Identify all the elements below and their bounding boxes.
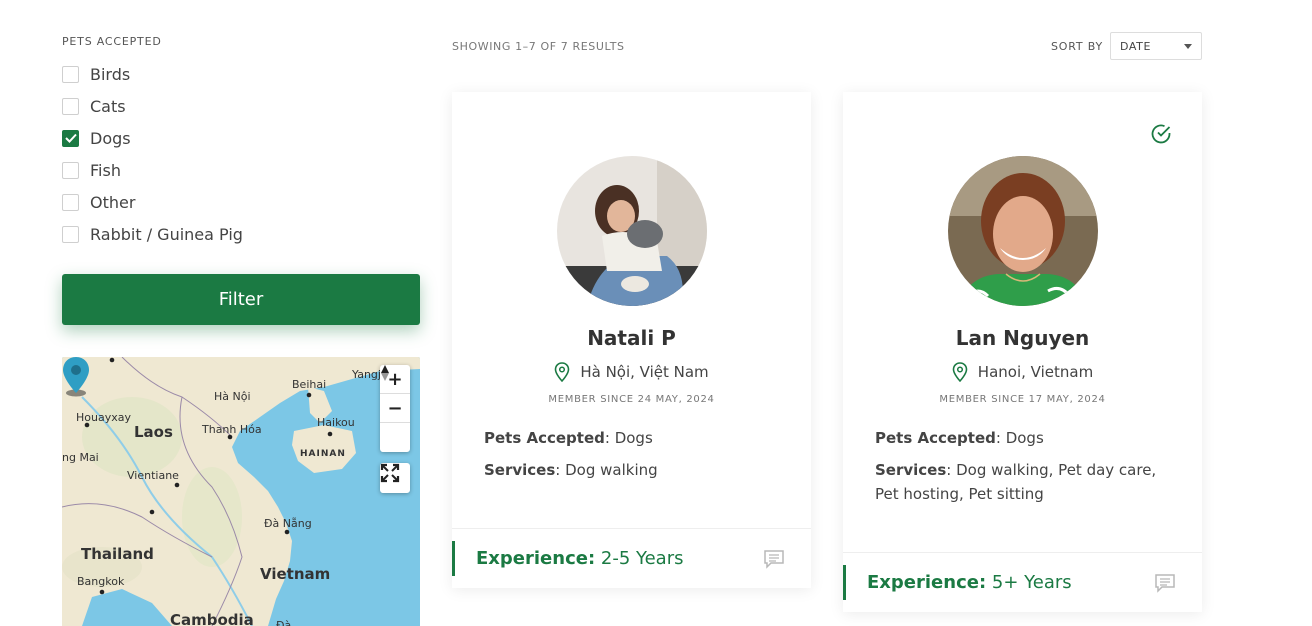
pets-accepted-row: Pets Accepted: Dogs [484,426,781,450]
member-since: MEMBER SINCE 24 MAY, 2024 [548,394,715,405]
sort-by-label: SORT BY [1051,40,1103,53]
filter-option-label: Cats [90,96,126,116]
services-row: Services: Dog walking, Pet day care, Pet… [875,458,1172,506]
compass-button[interactable] [380,365,410,452]
filter-option-cats[interactable]: Cats [62,90,243,122]
sitter-info: Pets Accepted: Dogs Services: Dog walkin… [875,426,1172,514]
filter-option-birds[interactable]: Birds [62,58,243,90]
pets-accepted-value: : Dogs [604,429,653,447]
map-label-thailand: Thailand [81,545,154,563]
avatar[interactable] [948,156,1098,306]
map-label-bangkok: Bangkok [77,575,125,588]
map-label-thanh-hoa: Thanh Hóa [202,423,262,436]
sort-select[interactable]: DATE [1110,32,1202,60]
experience-label: Experience: [476,548,596,569]
map-label-da-nang: Đà Nẵng [264,517,312,530]
checkbox[interactable] [62,161,79,179]
sitter-name[interactable]: Natali P [452,326,811,350]
message-icon[interactable] [1154,573,1176,593]
map-label-laos: Laos [134,423,173,441]
services-label: Services [484,461,556,479]
map-label-hanoi: Hà Nội [214,390,251,403]
avatar[interactable] [557,156,707,306]
map-label-hainan: HAINAN [300,449,346,459]
map-label-yangjiang: Yangj [352,368,381,381]
card-footer: Experience: 5+ Years [843,552,1202,612]
map-label-houayxay: Houayxay [76,411,131,424]
experience-label: Experience: [867,572,987,593]
avatar-photo-woman-with-cat [557,156,707,306]
verified-check-icon [1151,124,1171,144]
experience-value: 5+ Years [986,572,1072,593]
services-label: Services [875,461,947,479]
location-pin-icon [952,362,968,382]
checkbox[interactable] [62,225,79,243]
pets-accepted-label: PETS ACCEPTED [62,35,162,48]
sitter-location: Hanoi, Vietnam [843,362,1202,382]
filter-option-dogs[interactable]: Dogs [62,122,243,154]
sort-select-value: DATE [1120,39,1152,53]
pets-accepted-row: Pets Accepted: Dogs [875,426,1172,450]
pets-checklist: Birds Cats Dogs Fish Other Rabbit / Guin… [62,58,243,250]
results-count: SHOWING 1–7 OF 7 RESULTS [452,40,625,53]
location-pin-icon [555,362,570,382]
checkbox[interactable] [62,65,79,83]
filter-option-fish[interactable]: Fish [62,154,243,186]
message-icon[interactable] [763,549,785,569]
sitter-card[interactable]: Natali P Hà Nội, Việt Nam MEMBER SINCE 2… [452,92,811,588]
filter-option-label: Birds [90,64,131,84]
location-text: Hanoi, Vietnam [977,363,1094,381]
experience-value: 2-5 Years [595,548,684,569]
map-zoom-control: + − [380,365,410,452]
checkmark-icon [64,133,77,143]
map-label-vientiane: Vientiane [127,469,179,482]
filter-option-rabbit[interactable]: Rabbit / Guinea Pig [62,218,243,250]
pets-accepted-label: Pets Accepted [875,429,996,447]
member-since: MEMBER SINCE 17 MAY, 2024 [939,394,1106,405]
filter-option-label: Other [90,192,136,212]
map-label-vietnam: Vietnam [260,565,331,583]
map-label-dilat: Đà [276,619,292,626]
services-value: : Dog walking [555,461,658,479]
checkbox[interactable] [62,193,79,211]
sitter-card[interactable]: Lan Nguyen Hanoi, Vietnam MEMBER SINCE 1… [843,92,1202,612]
filter-option-label: Rabbit / Guinea Pig [90,224,243,244]
map-label-beihai: Beihai [292,378,327,391]
experience: Experience: 5+ Years [867,572,1072,593]
pets-accepted-value: : Dogs [995,429,1044,447]
fullscreen-icon [380,463,400,483]
caret-down-icon [1184,43,1192,49]
checkbox-checked[interactable] [62,129,79,147]
sitter-info: Pets Accepted: Dogs Services: Dog walkin… [484,426,781,490]
filter-option-other[interactable]: Other [62,186,243,218]
location-text: Hà Nội, Việt Nam [580,363,709,381]
sitter-name[interactable]: Lan Nguyen [843,326,1202,350]
filter-option-label: Dogs [90,128,131,148]
card-footer: Experience: 2-5 Years [452,528,811,588]
sitter-location: Hà Nội, Việt Nam [452,362,811,382]
filter-option-label: Fish [90,160,121,180]
filter-button[interactable]: Filter [62,274,420,325]
map-label-phongsali: ng Mai [62,451,99,464]
zoom-out-button[interactable]: − [380,394,410,423]
map-marker-icon[interactable] [62,357,90,397]
map[interactable]: Laos Thailand Vietnam Cambodia Houayxay … [62,357,420,626]
compass-icon [381,365,389,381]
services-row: Services: Dog walking [484,458,781,482]
pets-accepted-label: Pets Accepted [484,429,605,447]
map-label-haikou: Haikou [317,416,355,429]
checkbox[interactable] [62,97,79,115]
avatar-photo-smiling-woman [948,156,1098,306]
fullscreen-button[interactable] [380,463,410,493]
map-label-cambodia: Cambodia [170,611,254,626]
experience: Experience: 2-5 Years [476,548,684,569]
